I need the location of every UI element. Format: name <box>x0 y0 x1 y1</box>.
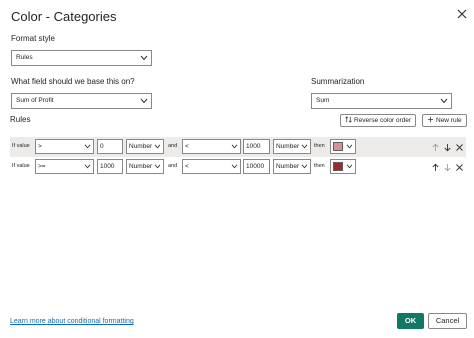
type-1-value: Number <box>129 163 153 170</box>
type-2-dropdown[interactable]: Number <box>273 139 311 154</box>
value-2-text: 1000 <box>246 143 261 150</box>
sort-icon <box>345 116 352 123</box>
plus-icon <box>427 116 434 123</box>
value-1-text: 1000 <box>100 163 115 170</box>
rule-row: If value > 0 Number and < 1000 Number th… <box>10 137 466 157</box>
delete-rule-icon[interactable] <box>455 143 464 152</box>
then-label: then <box>314 163 325 169</box>
chevron-down-icon <box>301 164 308 169</box>
operator-1-dropdown[interactable]: >= <box>35 159 94 174</box>
format-style-label: Format style <box>11 34 56 43</box>
base-field-label: What field should we base this on? <box>11 77 135 86</box>
color-picker[interactable] <box>330 139 356 154</box>
value-1-text: 0 <box>100 143 104 150</box>
format-style-dropdown[interactable]: Rules <box>11 50 152 66</box>
close-icon[interactable] <box>455 7 469 21</box>
then-label: then <box>314 143 325 149</box>
type-2-value: Number <box>276 143 300 150</box>
arrow-down-icon[interactable] <box>443 143 452 152</box>
chevron-down-icon <box>231 164 238 169</box>
type-1-dropdown[interactable]: Number <box>126 159 164 174</box>
ok-button[interactable]: OK <box>397 313 424 329</box>
summarization-dropdown[interactable]: Sum <box>311 93 452 109</box>
chevron-down-icon <box>84 164 91 169</box>
value-2-input[interactable]: 10000 <box>243 159 270 174</box>
chevron-down-icon <box>346 164 353 169</box>
type-2-dropdown[interactable]: Number <box>273 159 311 174</box>
and-label: and <box>168 143 178 149</box>
arrow-up-icon[interactable] <box>431 143 440 152</box>
if-value-label: If value <box>12 143 30 149</box>
color-picker[interactable] <box>330 159 356 174</box>
type-1-dropdown[interactable]: Number <box>126 139 164 154</box>
cancel-button[interactable]: Cancel <box>428 313 467 329</box>
value-2-text: 10000 <box>246 163 265 170</box>
and-label: and <box>168 163 178 169</box>
rules-label: Rules <box>10 115 31 124</box>
value-2-input[interactable]: 1000 <box>243 139 270 154</box>
reverse-color-order-label: Reverse color order <box>354 117 412 124</box>
operator-1-dropdown[interactable]: > <box>35 139 94 154</box>
rule-row: If value >= 1000 Number and < 10000 Numb… <box>10 157 466 177</box>
format-style-value: Rules <box>16 54 33 61</box>
arrow-up-icon[interactable] <box>431 163 440 172</box>
value-1-input[interactable]: 0 <box>97 139 123 154</box>
operator-2-dropdown[interactable]: < <box>182 139 241 154</box>
base-field-value: Sum of Profit <box>16 97 54 104</box>
base-field-dropdown[interactable]: Sum of Profit <box>11 93 152 109</box>
delete-rule-icon[interactable] <box>455 163 464 172</box>
learn-more-link[interactable]: Learn more about conditional formatting <box>10 318 134 325</box>
color-swatch <box>333 142 343 151</box>
operator-2-value: < <box>185 163 189 170</box>
chevron-down-icon <box>301 144 308 149</box>
summarization-value: Sum <box>316 97 330 104</box>
operator-2-dropdown[interactable]: < <box>182 159 241 174</box>
chevron-down-icon <box>140 98 148 104</box>
dialog-title: Color - Categories <box>11 9 117 24</box>
chevron-down-icon <box>154 144 161 149</box>
chevron-down-icon <box>84 144 91 149</box>
if-value-label: If value <box>12 163 30 169</box>
new-rule-label: New rule <box>436 117 462 124</box>
chevron-down-icon <box>346 144 353 149</box>
operator-1-value: >= <box>38 163 46 170</box>
reverse-color-order-button[interactable]: Reverse color order <box>340 114 417 127</box>
chevron-down-icon <box>231 144 238 149</box>
color-swatch <box>333 162 343 171</box>
chevron-down-icon <box>154 164 161 169</box>
value-1-input[interactable]: 1000 <box>97 159 123 174</box>
chevron-down-icon <box>440 98 448 104</box>
type-2-value: Number <box>276 163 300 170</box>
chevron-down-icon <box>140 55 148 61</box>
arrow-down-icon[interactable] <box>443 163 452 172</box>
operator-2-value: < <box>185 143 189 150</box>
new-rule-button[interactable]: New rule <box>422 114 467 127</box>
summarization-label: Summarization <box>311 77 365 86</box>
type-1-value: Number <box>129 143 153 150</box>
operator-1-value: > <box>38 143 42 150</box>
